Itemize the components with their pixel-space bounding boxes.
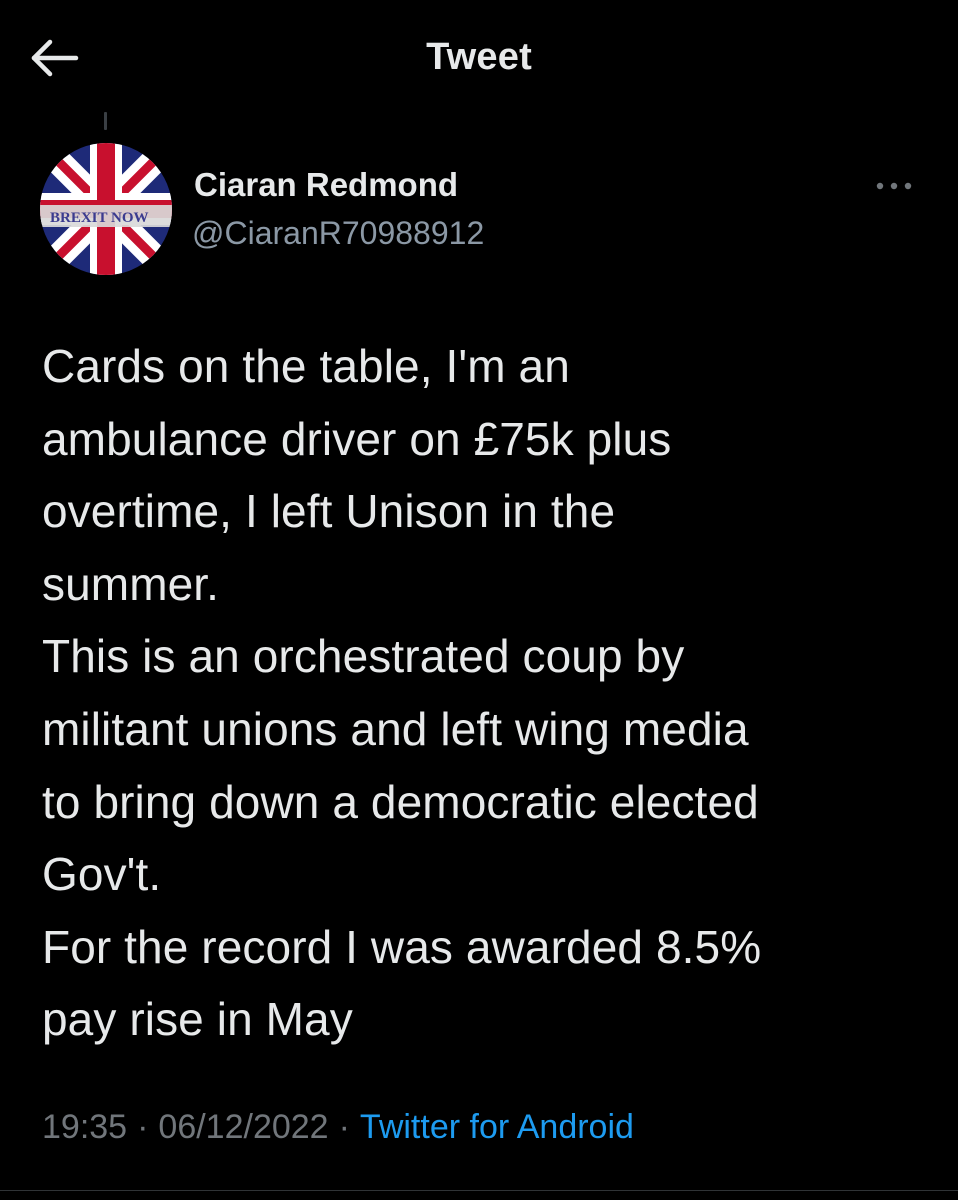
divider — [0, 1190, 958, 1191]
author-handle[interactable]: @CiaranR70988912 — [192, 215, 484, 252]
avatar[interactable]: BREXIT NOW — [40, 143, 172, 275]
meta-separator: · — [137, 1108, 149, 1146]
tweet-date: 06/12/2022 — [158, 1108, 329, 1146]
tweet-text-line: militant unions and left wing media — [42, 702, 749, 755]
tweet-text-line: ambulance driver on £75k plus — [42, 412, 672, 465]
top-bar: Tweet — [0, 0, 958, 110]
tweet-text-line: Gov't. — [42, 848, 162, 901]
tweet-text-line: Cards on the table, I'm an — [42, 340, 570, 392]
tweet-text: Cards on the table, I'm an ambulance dri… — [42, 330, 922, 1056]
avatar-banner-text: BREXIT NOW — [50, 210, 149, 226]
page-title: Tweet — [426, 36, 532, 78]
more-horizontal-icon — [876, 182, 912, 190]
tweet-text-line: to bring down a democratic elected — [42, 775, 759, 828]
tweet-meta: 19:35 · 06/12/2022 · Twitter for Android — [42, 1108, 634, 1147]
meta-separator: · — [338, 1108, 350, 1146]
tweet-time: 19:35 — [42, 1108, 128, 1146]
author-name[interactable]: Ciaran Redmond — [194, 166, 458, 204]
more-button[interactable] — [872, 174, 916, 198]
tweet-text-line: This is an orchestrated coup by — [42, 630, 685, 683]
tweet-text-line: For the record I was awarded 8.5% — [42, 920, 762, 973]
tweet-text-line: summer. — [42, 557, 220, 610]
union-jack-avatar-image: BREXIT NOW — [40, 143, 172, 275]
tweet-text-line: pay rise in May — [42, 993, 353, 1046]
thread-connector-line — [104, 112, 107, 130]
tweet-source-link[interactable]: Twitter for Android — [360, 1108, 634, 1146]
tweet-text-line: overtime, I left Unison in the — [42, 485, 616, 538]
